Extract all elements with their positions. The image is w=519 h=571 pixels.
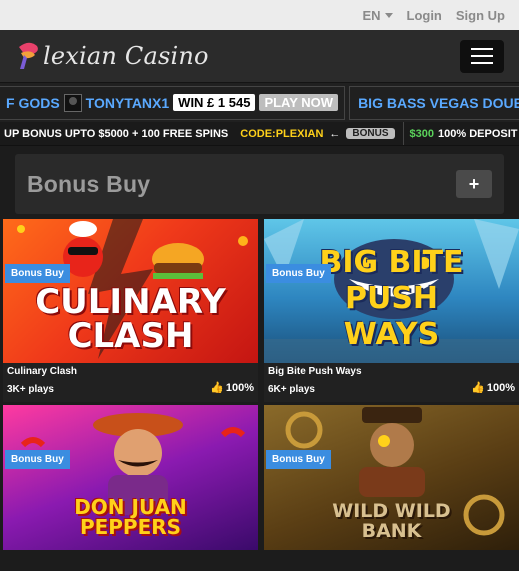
expand-button[interactable]: + bbox=[456, 170, 492, 198]
ticker-game-name: F GODS bbox=[6, 94, 60, 111]
site-header: lexian Casino bbox=[0, 30, 519, 82]
game-art-title: DON JUAN PEPPERS bbox=[74, 495, 187, 539]
game-name: Big Bite Push Ways bbox=[268, 366, 362, 377]
promo-text: 100% DEPOSIT S bbox=[438, 127, 519, 140]
game-thumbnail[interactable]: CULINARY CLASH Bonus Buy bbox=[3, 219, 258, 363]
section-header-wrap: Bonus Buy + bbox=[0, 146, 519, 219]
game-art-title: BIG BITE PUSH WAYS bbox=[319, 245, 464, 352]
promo-amount: $300 bbox=[409, 127, 435, 140]
bonus-buy-badge: Bonus Buy bbox=[266, 450, 331, 469]
language-label: EN bbox=[362, 7, 381, 23]
chevron-down-icon bbox=[384, 12, 393, 18]
game-card-don-juan-peppers[interactable]: DON JUAN PEPPERS Bonus Buy bbox=[3, 405, 258, 550]
ticker-item[interactable]: BIG BASS VEGAS DOUB bbox=[349, 85, 519, 120]
hamburger-menu-button[interactable] bbox=[460, 39, 504, 73]
bonus-buy-badge: Bonus Buy bbox=[266, 264, 331, 283]
logo-text: lexian Casino bbox=[43, 42, 209, 70]
arrow-left-icon: ← bbox=[329, 127, 341, 140]
bonus-buy-section-header: Bonus Buy + bbox=[15, 154, 504, 214]
signup-link[interactable]: Sign Up bbox=[456, 8, 505, 23]
game-meta: Culinary Clash 3K+ plays 👍 100% bbox=[3, 363, 258, 402]
winners-ticker: F GODS TONYTANX1 WIN £ 1 545 PLAY NOW BI… bbox=[0, 82, 519, 122]
bonus-buy-badge: Bonus Buy bbox=[5, 264, 70, 283]
promo-ticker: UP BONUS UPTO $5000 + 100 FREE SPINS COD… bbox=[0, 122, 519, 146]
logo[interactable]: lexian Casino bbox=[15, 41, 209, 71]
rating-value: 100% bbox=[225, 381, 254, 394]
language-selector[interactable]: EN bbox=[362, 7, 393, 23]
game-meta: Big Bite Push Ways 6K+ plays 👍 100% bbox=[264, 363, 519, 402]
ticker-username: TONYTANX1 bbox=[85, 94, 170, 111]
game-art-title: CULINARY CLASH bbox=[35, 282, 226, 356]
logo-p-icon bbox=[19, 42, 38, 69]
top-bar: EN Login Sign Up bbox=[0, 0, 519, 30]
game-card-culinary-clash[interactable]: CULINARY CLASH Bonus Buy Culinary Clash … bbox=[3, 219, 258, 402]
promo-code: CODE:PLEXIAN bbox=[240, 127, 324, 140]
game-thumbnail[interactable]: WILD WILD BANK Bonus Buy bbox=[264, 405, 519, 550]
games-grid: CULINARY CLASH Bonus Buy Culinary Clash … bbox=[0, 219, 519, 550]
avatar bbox=[63, 93, 82, 112]
game-card-big-bite[interactable]: BIG BITE PUSH WAYS Bonus Buy Big Bite Pu… bbox=[264, 219, 519, 402]
section-title: Bonus Buy bbox=[27, 170, 151, 197]
bonus-tag: BONUS bbox=[346, 128, 395, 139]
promo-item[interactable]: $300 100% DEPOSIT S bbox=[404, 122, 519, 145]
game-art-title: WILD WILD BANK bbox=[332, 500, 451, 542]
game-thumbnail[interactable]: DON JUAN PEPPERS Bonus Buy bbox=[3, 405, 258, 550]
bonus-buy-badge: Bonus Buy bbox=[5, 450, 70, 469]
ticker-win-amount: WIN £ 1 545 bbox=[173, 94, 256, 111]
ticker-item[interactable]: F GODS TONYTANX1 WIN £ 1 545 PLAY NOW bbox=[0, 85, 346, 120]
ticker-game-name: BIG BASS VEGAS DOUB bbox=[358, 94, 519, 111]
game-thumbnail[interactable]: BIG BITE PUSH WAYS Bonus Buy bbox=[264, 219, 519, 363]
thumbs-up-icon: 👍 bbox=[471, 382, 485, 394]
thumbs-up-icon: 👍 bbox=[210, 382, 224, 394]
login-link[interactable]: Login bbox=[407, 8, 442, 23]
rating-value: 100% bbox=[486, 381, 515, 394]
game-card-wild-wild-bank[interactable]: WILD WILD BANK Bonus Buy bbox=[264, 405, 519, 550]
hamburger-icon bbox=[471, 48, 493, 50]
promo-text: UP BONUS UPTO $5000 + 100 FREE SPINS bbox=[4, 127, 229, 140]
game-rating: 👍 100% bbox=[210, 381, 254, 395]
game-rating: 👍 100% bbox=[471, 381, 515, 395]
play-now-button[interactable]: PLAY NOW bbox=[259, 94, 339, 111]
promo-item[interactable]: UP BONUS UPTO $5000 + 100 FREE SPINS COD… bbox=[0, 122, 404, 145]
game-name: Culinary Clash bbox=[7, 366, 78, 377]
